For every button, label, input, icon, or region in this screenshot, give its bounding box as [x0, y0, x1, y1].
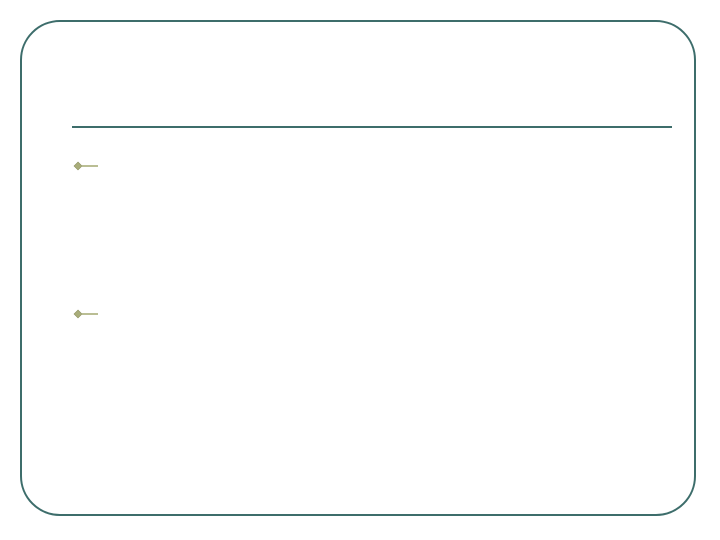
bullet-item [72, 300, 662, 328]
spacer [72, 180, 662, 300]
slide-content [72, 152, 662, 328]
bullet-text [102, 305, 662, 323]
bullet-icon [72, 160, 102, 172]
bullet-text [102, 157, 662, 175]
slide-frame [20, 20, 696, 516]
bullet-item [72, 152, 662, 180]
bullet-icon [72, 308, 102, 320]
slide-title [72, 60, 648, 120]
title-underline [72, 126, 672, 128]
